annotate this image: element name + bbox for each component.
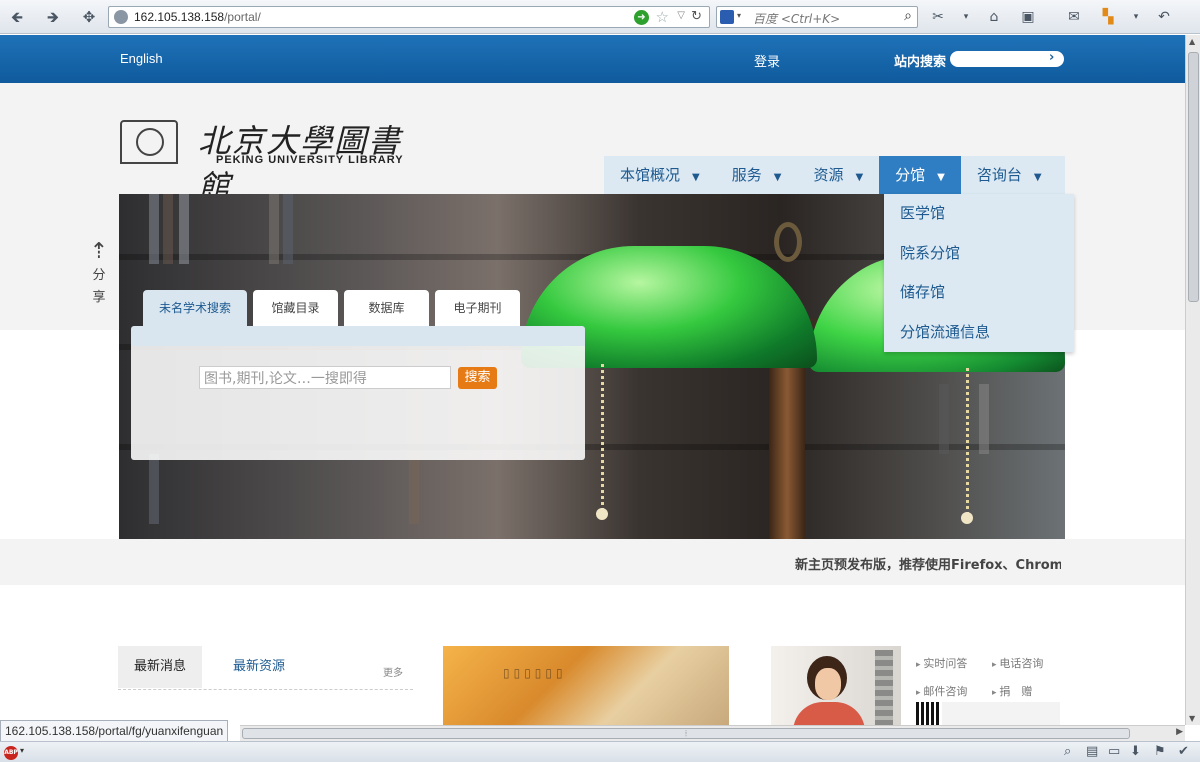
login-link[interactable]: 登录	[754, 51, 780, 70]
site-search-go-icon[interactable]: ›	[1049, 50, 1054, 65]
english-link[interactable]: English	[120, 51, 163, 66]
scroll-up-icon[interactable]: ▲	[1189, 37, 1195, 46]
browser-status-bar: ABP ▾ ⌕ ▤ ▭ ⬇ ⚑ ✔	[0, 741, 1200, 762]
bookmark-star-icon[interactable]: ☆	[656, 8, 669, 26]
search-engine-icon[interactable]	[720, 10, 734, 24]
check-icon[interactable]: ✔	[1178, 744, 1189, 759]
tab-catalog[interactable]: 馆藏目录	[253, 290, 338, 327]
address-bar[interactable]: 162.105.138.158/portal/ ➜ ☆ ▽ ↻	[108, 6, 710, 28]
adblock-icon[interactable]: ABP	[4, 746, 18, 760]
vertical-scrollbar[interactable]: ▲ ▼	[1185, 35, 1200, 725]
link-donate[interactable]: 捐 赠	[992, 683, 1032, 699]
logo-emblem-icon	[120, 120, 178, 164]
back-icon[interactable]: 🡸	[6, 7, 28, 27]
tab-databases[interactable]: 数据库	[344, 290, 429, 327]
dropdown-item-medical[interactable]: 医学馆	[884, 194, 1074, 234]
search-button[interactable]: 搜索	[458, 367, 497, 389]
address-text: 162.105.138.158/portal/	[134, 10, 261, 24]
screenshot-icon[interactable]: ✂	[928, 7, 948, 27]
main-nav: 本馆概况 ▼ 服务 ▼ 资源 ▼ 分馆 ▼ 咨询台 ▼	[604, 156, 1065, 194]
url-dropdown-icon[interactable]: ▽	[677, 10, 685, 21]
caret-down-icon: ▼	[937, 172, 945, 183]
lamp-ring	[774, 222, 802, 262]
dropdown-item-department[interactable]: 院系分馆	[884, 234, 1074, 274]
dropdown-item-circulation[interactable]: 分馆流通信息	[884, 313, 1074, 353]
notice-text: 新主页预发布版，推荐使用Firefox、Chrome	[795, 558, 1061, 573]
ancient-book-image[interactable]: ▯▯▯▯▯▯	[443, 646, 729, 725]
share-icon: ⇡	[89, 239, 109, 264]
adblock-dropdown-icon[interactable]: ▾	[20, 746, 24, 755]
reload-icon[interactable]: ↻	[691, 9, 702, 24]
top-bar: English 登录 站内搜索 ›	[0, 35, 1185, 83]
news-tabs: 最新消息 最新资源 更多	[118, 646, 413, 690]
browser-search-box[interactable]: ▾ 百度 <Ctrl+K> ⌕	[716, 6, 918, 28]
logo-english-name: PEKING UNIVERSITY LIBRARY	[216, 154, 404, 166]
search-input[interactable]: 图书,期刊,论文…一搜即得	[199, 366, 451, 389]
link-email[interactable]: 邮件咨询	[916, 683, 967, 699]
consultation-photo[interactable]	[771, 646, 901, 725]
site-search-label: 站内搜索	[894, 55, 947, 70]
caret-down-icon: ▼	[692, 172, 700, 183]
download-icon[interactable]: ⬇	[1130, 744, 1141, 759]
history-icon[interactable]: ✥	[78, 7, 100, 27]
horizontal-scroll-thumb[interactable]: ⦙	[242, 728, 1130, 739]
browser-toolbar: 🡸 🡺 ✥ 162.105.138.158/portal/ ➜ ☆ ▽ ↻ ▾ …	[0, 0, 1200, 34]
link-live-qa[interactable]: 实时问答	[916, 655, 967, 671]
tab-latest-resources[interactable]: 最新资源	[217, 646, 301, 688]
go-icon[interactable]: ➜	[634, 10, 649, 25]
site-identity-icon[interactable]	[114, 10, 128, 24]
search-tabs: 未名学术搜索 馆藏目录 数据库 电子期刊	[143, 290, 520, 327]
scroll-down-icon[interactable]: ▼	[1189, 714, 1195, 723]
link-phone[interactable]: 电话咨询	[992, 655, 1043, 671]
menu-dropdown-icon[interactable]: ▾	[1126, 7, 1146, 27]
vertical-scroll-thumb[interactable]	[1188, 52, 1199, 302]
dropdown-item-storage[interactable]: 储存馆	[884, 273, 1074, 313]
page-content: English 登录 站内搜索 › 北京大學圖書館 PEKING UNIVERS…	[0, 35, 1185, 725]
search-panel: 图书,期刊,论文…一搜即得 搜索	[131, 326, 585, 460]
nav-about[interactable]: 本馆概况 ▼	[604, 156, 716, 194]
tab-ejournals[interactable]: 电子期刊	[435, 290, 520, 327]
caret-down-icon: ▼	[773, 172, 782, 183]
zoom-icon[interactable]: ⌕	[1064, 744, 1071, 759]
bookmarks-icon[interactable]: ▣	[1018, 7, 1038, 27]
undo-icon[interactable]: ↶	[1154, 7, 1174, 27]
more-link[interactable]: 更多	[383, 664, 403, 679]
nav-inquiry[interactable]: 咨询台 ▼	[961, 156, 1058, 194]
caret-down-icon: ▼	[1033, 172, 1042, 183]
caret-down-icon: ▼	[855, 172, 864, 183]
home-icon[interactable]: ⌂	[984, 7, 1004, 27]
library-logo[interactable]: 北京大學圖書館 PEKING UNIVERSITY LIBRARY	[120, 120, 430, 206]
branches-dropdown: 医学馆 院系分馆 储存馆 分馆流通信息	[884, 194, 1074, 352]
horizontal-scrollbar[interactable]: ⦙ ▶	[240, 725, 1185, 741]
qr-code	[916, 702, 940, 725]
tab-latest-news[interactable]: 最新消息	[118, 646, 203, 688]
addon-icon[interactable]: ▚	[1098, 7, 1118, 27]
tab-academic-search[interactable]: 未名学术搜索	[143, 290, 247, 327]
link-status-url: 162.105.138.158/portal/fg/yuanxifenguan	[0, 720, 229, 742]
page-icon[interactable]: ▤	[1086, 744, 1098, 759]
nav-branches[interactable]: 分馆 ▼	[879, 156, 961, 194]
mail-icon[interactable]: ✉	[1064, 7, 1084, 27]
forward-icon[interactable]: 🡺	[42, 7, 64, 27]
search-icon[interactable]: ⌕	[904, 8, 912, 24]
notice-bar: 新主页预发布版，推荐使用Firefox、Chrome	[0, 539, 1185, 585]
nav-services[interactable]: 服务 ▼	[716, 156, 798, 194]
nav-resources[interactable]: 资源 ▼	[797, 156, 879, 194]
engine-dropdown-icon[interactable]: ▾	[737, 11, 741, 20]
flag-icon[interactable]: ⚑	[1154, 744, 1166, 759]
scroll-right-icon[interactable]: ▶	[1176, 727, 1183, 737]
share-widget[interactable]: ⇡ 分 享	[88, 239, 110, 309]
qr-panel	[942, 702, 1060, 725]
window-icon[interactable]: ▭	[1108, 744, 1120, 759]
site-search-input[interactable]	[950, 51, 1064, 67]
browser-search-placeholder: 百度 <Ctrl+K>	[753, 12, 841, 26]
dropdown-icon[interactable]: ▾	[956, 7, 976, 27]
